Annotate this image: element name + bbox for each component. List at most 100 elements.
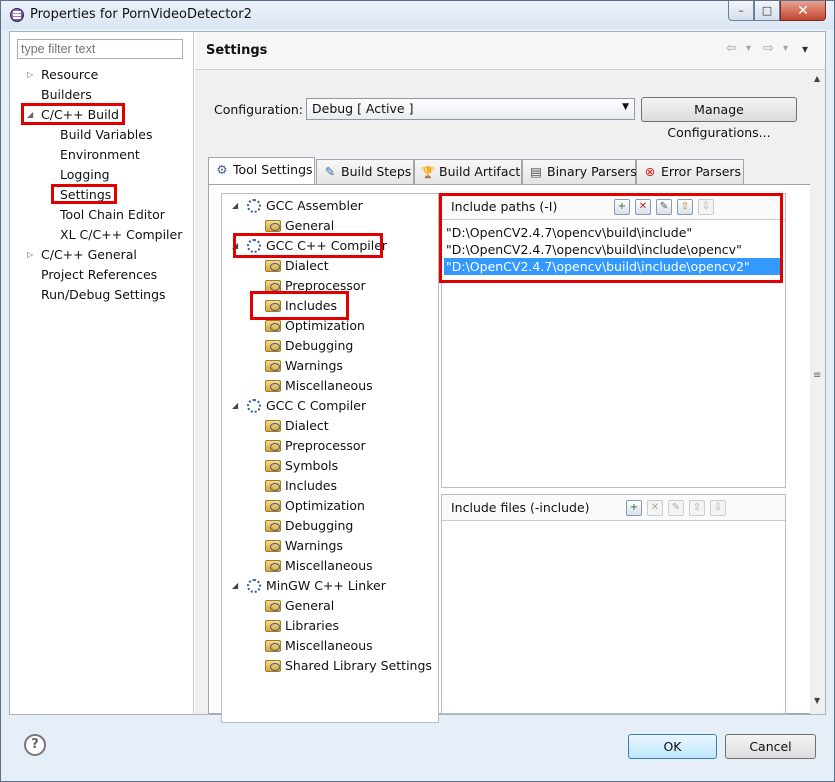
tool-tree-item-includes[interactable]: Includes — [265, 296, 337, 316]
collapse-icon[interactable]: ◢ — [232, 236, 238, 256]
tool-tree-item-dialect[interactable]: Dialect — [265, 416, 329, 436]
sidebar-item-resource[interactable]: ▷ Resource — [27, 65, 99, 85]
sidebar-item-build-variables[interactable]: Build Variables — [60, 125, 152, 145]
tool-tree-item-shared-library-settings[interactable]: Shared Library Settings — [265, 656, 432, 676]
option-folder-icon — [265, 480, 281, 492]
cancel-button[interactable]: Cancel — [725, 734, 816, 759]
sidebar-item-settings[interactable]: Settings — [60, 185, 111, 205]
scroll-up-icon[interactable]: ▲ — [814, 74, 820, 83]
sidebar-item-label: Project References — [41, 267, 158, 282]
tool-tree-item-preprocessor[interactable]: Preprocessor — [265, 436, 366, 456]
tool-tree-item-mingw-c-linker[interactable]: ◢ MinGW C++ Linker — [232, 576, 386, 596]
tool-tree-item-debugging[interactable]: Debugging — [265, 336, 353, 356]
tool-tree-item-miscellaneous[interactable]: Miscellaneous — [265, 376, 373, 396]
collapse-icon[interactable]: ◢ — [232, 576, 238, 596]
tool-tree-item-general[interactable]: General — [265, 216, 334, 236]
tab-build-steps[interactable]: ✎ Build Steps — [316, 159, 414, 185]
sidebar-item-project-references[interactable]: Project References — [41, 265, 157, 285]
forward-icon[interactable]: ⇨ — [763, 41, 774, 56]
tool-tree-label: Includes — [285, 478, 338, 493]
tool-tree-item-gcc-c-compiler[interactable]: ◢ GCC C++ Compiler — [232, 236, 388, 256]
tool-tree-item-optimization[interactable]: Optimization — [265, 316, 365, 336]
manage-configurations-button[interactable]: Manage Configurations... — [641, 97, 797, 140]
include-path-row[interactable]: "D:\OpenCV2.4.7\opencv\build\include" — [444, 224, 783, 241]
tab-error-parsers[interactable]: ⊗ Error Parsers — [636, 159, 744, 185]
tool-tree-label: General — [285, 598, 335, 613]
option-folder-icon — [265, 360, 281, 372]
tab-build-artifact[interactable]: 🏆 Build Artifact — [414, 159, 522, 185]
tool-tree-label: GCC C++ Compiler — [266, 238, 388, 253]
tool-tree-item-preprocessor[interactable]: Preprocessor — [265, 276, 366, 296]
tab-tool-settings[interactable]: ⚙ Tool Settings — [208, 157, 315, 186]
tool-tree-label: Symbols — [285, 458, 339, 473]
scroll-down-icon[interactable]: ▼ — [814, 696, 820, 705]
forward-menu-icon[interactable]: ▾ — [783, 43, 788, 54]
move-up-icon: ⇧ — [689, 500, 705, 516]
tool-tree-item-optimization[interactable]: Optimization — [265, 496, 365, 516]
vertical-scrollbar[interactable]: ▲ ≡ ▼ — [810, 70, 825, 714]
sidebar-item-c-c-general[interactable]: ▷ C/C++ General — [27, 245, 137, 265]
sidebar-item-label: Resource — [41, 67, 99, 82]
tool-tree-item-gcc-c-compiler[interactable]: ◢ GCC C Compiler — [232, 396, 367, 416]
tool-tree-item-warnings[interactable]: Warnings — [265, 356, 343, 376]
title-bar[interactable]: Properties for PornVideoDetector2 – □ ✕ — [1, 1, 834, 29]
tool-settings-content: ◢ GCC Assembler General ◢ GCC C++ Compiler Di… — [208, 184, 814, 723]
collapse-icon[interactable]: ◢ — [27, 105, 37, 125]
minimize-button[interactable]: – — [728, 1, 754, 21]
edit-icon[interactable]: ✎ — [656, 199, 672, 215]
expand-icon[interactable]: ▷ — [27, 65, 37, 85]
tool-tree-item-general[interactable]: General — [265, 596, 334, 616]
back-icon[interactable]: ⇦ — [726, 41, 737, 56]
option-folder-icon — [265, 420, 281, 432]
tool-gear-icon — [247, 399, 261, 413]
sidebar-item-xl-c-c-compiler[interactable]: XL C/C++ Compiler — [60, 225, 182, 245]
dropdown-arrow-icon: ▼ — [622, 102, 629, 112]
back-menu-icon[interactable]: ▾ — [746, 43, 751, 54]
add-icon[interactable]: + — [626, 500, 642, 516]
filter-input[interactable] — [17, 39, 183, 59]
sidebar-item-label: Builders — [41, 87, 92, 102]
add-icon[interactable]: + — [614, 199, 630, 215]
sidebar-item-c-c-build[interactable]: ◢ C/C++ Build — [27, 105, 119, 125]
include-paths-toolbar: + ✕ ✎ ⇧ ⇩ — [614, 199, 714, 215]
close-button[interactable]: ✕ — [780, 1, 826, 21]
sidebar-item-label: XL C/C++ Compiler — [60, 227, 183, 242]
tool-tree-item-warnings[interactable]: Warnings — [265, 536, 343, 556]
tool-tree-item-symbols[interactable]: Symbols — [265, 456, 338, 476]
expand-icon[interactable]: ▷ — [27, 245, 37, 265]
sidebar-item-label: C/C++ General — [41, 247, 137, 262]
tab-label: Binary Parsers — [547, 164, 637, 179]
tool-tree-item-debugging[interactable]: Debugging — [265, 516, 353, 536]
window-title: Properties for PornVideoDetector2 — [30, 7, 252, 22]
option-folder-icon — [265, 380, 281, 392]
tool-tree-item-libraries[interactable]: Libraries — [265, 616, 339, 636]
tool-tree-item-gcc-assembler[interactable]: ◢ GCC Assembler — [232, 196, 363, 216]
page-title: Settings — [206, 43, 268, 58]
tool-tree-label: GCC C Compiler — [266, 398, 367, 413]
scroll-grip-icon[interactable]: ≡ — [813, 370, 821, 381]
tool-gear-icon — [247, 199, 261, 213]
configuration-select[interactable]: Debug [ Active ] ▼ — [306, 98, 635, 120]
move-up-icon[interactable]: ⇧ — [677, 199, 693, 215]
view-menu-icon[interactable]: ▾ — [802, 42, 808, 56]
include-path-row[interactable]: "D:\OpenCV2.4.7\opencv\build\include\ope… — [444, 241, 783, 258]
collapse-icon[interactable]: ◢ — [232, 196, 238, 216]
collapse-icon[interactable]: ◢ — [232, 396, 238, 416]
include-path-row-selected[interactable]: "D:\OpenCV2.4.7\opencv\build\include\ope… — [444, 258, 783, 275]
sidebar-item-tool-chain-editor[interactable]: Tool Chain Editor — [60, 205, 165, 225]
sidebar-item-environment[interactable]: Environment — [60, 145, 140, 165]
tab-label: Build Artifact — [439, 164, 521, 179]
tool-tree-item-includes[interactable]: Includes — [265, 476, 337, 496]
delete-icon[interactable]: ✕ — [635, 199, 651, 215]
tool-tree-item-miscellaneous[interactable]: Miscellaneous — [265, 636, 373, 656]
option-folder-icon — [265, 660, 281, 672]
tool-tree-item-miscellaneous[interactable]: Miscellaneous — [265, 556, 373, 576]
sidebar-item-builders[interactable]: Builders — [41, 85, 92, 105]
tab-binary-parsers[interactable]: ▤ Binary Parsers — [522, 159, 637, 185]
ok-button[interactable]: OK — [628, 734, 717, 759]
tool-tree-item-dialect[interactable]: Dialect — [265, 256, 329, 276]
sidebar-item-logging[interactable]: Logging — [60, 165, 110, 185]
sidebar-item-run-debug-settings[interactable]: Run/Debug Settings — [41, 285, 166, 305]
help-button[interactable]: ? — [24, 734, 46, 756]
maximize-button[interactable]: □ — [754, 1, 780, 21]
